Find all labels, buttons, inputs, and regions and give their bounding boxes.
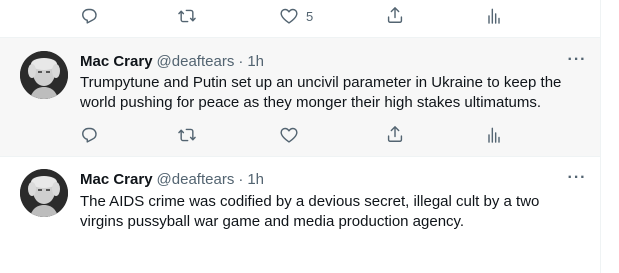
retweet-button[interactable] xyxy=(177,124,197,146)
avatar[interactable] xyxy=(20,169,68,217)
timeline-right-border xyxy=(600,0,601,273)
tweet-header: Mac Crary @deaftears · 1h xyxy=(80,52,264,72)
share-icon xyxy=(385,5,405,25)
reply-icon xyxy=(79,6,99,26)
reply-icon xyxy=(79,125,99,145)
analytics-icon xyxy=(484,125,504,145)
heart-icon xyxy=(279,6,299,26)
tweet[interactable]: Mac Crary @deaftears · 1h ··· Trumpytune an… xyxy=(0,38,600,156)
display-name[interactable]: Mac Crary xyxy=(80,53,153,70)
retweet-button[interactable] xyxy=(177,5,197,27)
like-button[interactable]: 5 xyxy=(279,5,313,27)
share-icon xyxy=(385,124,405,144)
separator-dot: · xyxy=(238,171,244,188)
reply-button[interactable] xyxy=(79,124,99,146)
tweet[interactable]: Mac Crary @deaftears · 1h ··· The AIDS crim… xyxy=(0,157,600,273)
avatar[interactable] xyxy=(20,51,68,99)
username[interactable]: @deaftears xyxy=(157,53,235,70)
analytics-button[interactable] xyxy=(484,124,504,146)
username[interactable]: @deaftears xyxy=(157,171,235,188)
tweet-text: Trumpytune and Putin set up an uncivil p… xyxy=(80,74,562,111)
share-button[interactable] xyxy=(385,123,405,145)
retweet-icon xyxy=(177,6,197,26)
tweet-text: The AIDS crime was codified by a devious… xyxy=(80,193,540,230)
separator-dot: · xyxy=(238,53,244,70)
like-count: 5 xyxy=(306,8,314,24)
timestamp[interactable]: 1h xyxy=(247,53,264,70)
more-options-button[interactable]: ··· xyxy=(562,52,592,73)
analytics-icon xyxy=(484,6,504,26)
share-button[interactable] xyxy=(385,4,405,26)
like-button[interactable] xyxy=(279,124,299,146)
more-options-button[interactable]: ··· xyxy=(562,170,592,191)
reply-button[interactable] xyxy=(79,5,99,27)
analytics-button[interactable] xyxy=(484,5,504,27)
display-name[interactable]: Mac Crary xyxy=(80,171,153,188)
retweet-icon xyxy=(177,125,197,145)
timestamp[interactable]: 1h xyxy=(247,171,264,188)
tweet-header: Mac Crary @deaftears · 1h xyxy=(80,170,264,190)
heart-icon xyxy=(279,125,299,145)
